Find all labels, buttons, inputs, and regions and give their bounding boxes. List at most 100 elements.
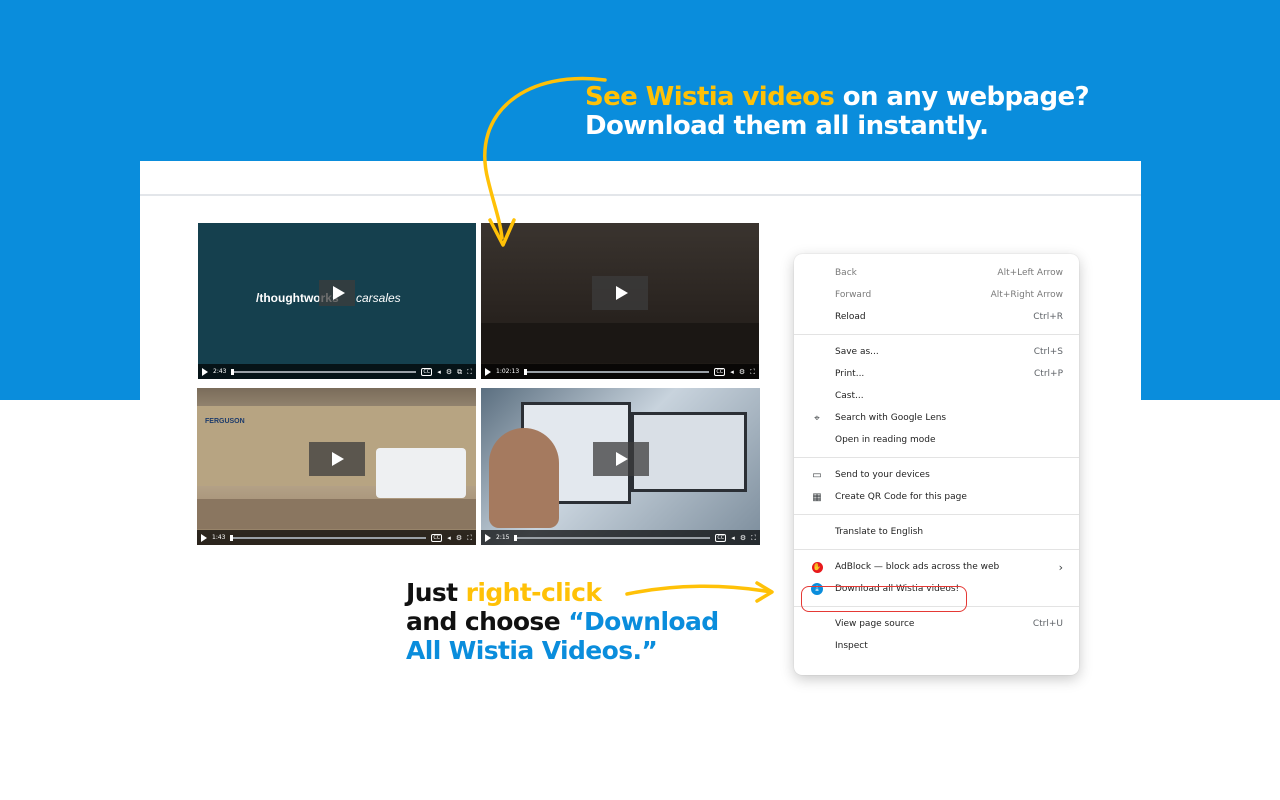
devices-icon: ▭ — [812, 469, 822, 481]
fullscreen-icon[interactable]: ⛶ — [467, 368, 472, 376]
menu-item-shortcut: Ctrl+S — [1033, 347, 1063, 357]
pointer-arrow-icon — [625, 581, 774, 603]
volume-icon[interactable]: ◂ — [437, 368, 441, 376]
progress-knob[interactable] — [230, 534, 234, 541]
video-controls: 2:15 CC ◂ ⚙ ⛶ — [481, 530, 760, 545]
menu-item-download-wistia[interactable]: ⤓ Download all Wistia videos! — [794, 578, 1079, 600]
menu-separator — [794, 549, 1079, 550]
fullscreen-icon[interactable]: ⛶ — [750, 368, 755, 376]
progress-knob[interactable] — [514, 534, 518, 541]
video-controls: 1:43 CC ◂ ⚙ ⛶ — [197, 530, 476, 545]
headline-highlight: See Wistia videos — [585, 82, 835, 112]
menu-item-adblock[interactable]: ✋ AdBlock — block ads across the web › — [794, 556, 1079, 578]
callout-download-highlight: “Download — [568, 607, 719, 636]
callout-line-2-plain: and choose — [406, 607, 569, 636]
progress-bar[interactable] — [231, 368, 417, 375]
play-icon[interactable] — [485, 367, 491, 376]
captions-icon[interactable]: CC — [421, 367, 433, 376]
progress-bar[interactable] — [514, 534, 711, 541]
menu-item-label: AdBlock — block ads across the web — [835, 562, 1000, 572]
play-icon — [332, 286, 345, 300]
menu-item-label: View page source — [835, 619, 915, 629]
headline-line-1-rest: on any webpage? — [834, 82, 1090, 112]
play-button[interactable] — [319, 280, 355, 306]
menu-item-label: Print... — [835, 369, 865, 379]
menu-item-shortcut: Alt+Left Arrow — [997, 268, 1063, 278]
captions-icon[interactable]: CC — [714, 367, 726, 376]
headline-line-1: See Wistia videos on any webpage? — [585, 82, 1090, 112]
menu-item-shortcut: Ctrl+R — [1033, 312, 1063, 322]
submenu-chevron-icon: › — [1058, 560, 1063, 574]
menu-item-label: Forward — [835, 290, 872, 300]
share-icon[interactable]: ⧉ — [457, 368, 462, 376]
callout-right-click: right-click — [465, 578, 602, 607]
settings-icon[interactable]: ⚙ — [456, 534, 462, 542]
video-controls: 2:43 CC ◂ ⚙ ⧉ ⛶ — [198, 364, 476, 379]
menu-separator — [794, 457, 1079, 458]
play-icon[interactable] — [202, 367, 208, 376]
progress-knob[interactable] — [231, 368, 235, 375]
menu-item-label: Create QR Code for this page — [835, 492, 967, 502]
menu-item-label: Download all Wistia videos! — [835, 584, 960, 594]
progress-bar[interactable] — [524, 368, 710, 375]
video-player-4[interactable]: 2:15 CC ◂ ⚙ ⛶ — [481, 388, 760, 545]
volume-icon[interactable]: ◂ — [731, 534, 735, 542]
headline: See Wistia videos on any webpage? Downlo… — [585, 82, 1090, 141]
video-duration: 2:15 — [496, 534, 510, 541]
captions-icon[interactable]: CC — [431, 533, 443, 542]
ferguson-sign: FERGUSON — [205, 418, 245, 425]
menu-item-google-lens[interactable]: ⌖ Search with Google Lens — [794, 407, 1079, 429]
video-duration: 2:43 — [213, 368, 227, 375]
progress-knob[interactable] — [524, 368, 528, 375]
menu-item-label: Search with Google Lens — [835, 413, 947, 423]
menu-item-qr-code[interactable]: ▦ Create QR Code for this page — [794, 486, 1079, 508]
menu-item-reading-mode[interactable]: Open in reading mode — [794, 429, 1079, 451]
play-icon — [332, 451, 344, 466]
volume-icon[interactable]: ◂ — [730, 368, 734, 376]
volume-icon[interactable]: ◂ — [447, 534, 451, 542]
play-button[interactable] — [592, 441, 649, 476]
fullscreen-icon[interactable]: ⛶ — [751, 534, 756, 542]
menu-item-translate[interactable]: Translate to English — [794, 521, 1079, 543]
menu-item-shortcut: Alt+Right Arrow — [990, 290, 1063, 300]
menu-item-view-source[interactable]: View page source Ctrl+U — [794, 613, 1079, 635]
play-button[interactable] — [308, 441, 365, 476]
settings-icon[interactable]: ⚙ — [446, 368, 452, 376]
video-player-1[interactable]: /thoughtworks carsales 2:43 CC ◂ ⚙ ⧉ ⛶ — [198, 223, 476, 379]
carsales-logo: carsales — [356, 291, 401, 305]
play-icon — [616, 451, 628, 466]
menu-separator — [794, 334, 1079, 335]
captions-icon[interactable]: CC — [715, 533, 727, 542]
menu-item-label: Save as... — [835, 347, 879, 357]
callout-line-2: and choose “Download — [406, 607, 719, 636]
video-controls: 1:02:13 CC ◂ ⚙ ⛶ — [481, 364, 759, 379]
menu-item-save-as[interactable]: Save as... Ctrl+S — [794, 341, 1079, 363]
menu-item-shortcut: Ctrl+U — [1032, 619, 1063, 629]
qr-code-icon: ▦ — [812, 491, 822, 503]
stage-scene — [481, 323, 759, 363]
menu-item-send-to-devices[interactable]: ▭ Send to your devices — [794, 464, 1079, 486]
progress-bar[interactable] — [230, 534, 427, 541]
menu-item-shortcut: Ctrl+P — [1034, 369, 1063, 379]
callout-line-1-plain: Just — [406, 578, 466, 607]
context-menu: Back Alt+Left Arrow Forward Alt+Right Arro… — [794, 254, 1079, 675]
play-icon[interactable] — [201, 533, 207, 542]
fullscreen-icon[interactable]: ⛶ — [467, 534, 472, 542]
settings-icon[interactable]: ⚙ — [740, 534, 746, 542]
adblock-icon: ✋ — [811, 561, 823, 573]
video-player-3[interactable]: FERGUSON 1:43 CC ◂ ⚙ ⛶ — [197, 388, 476, 545]
menu-item-inspect[interactable]: Inspect — [794, 635, 1079, 657]
menu-item-cast[interactable]: Cast... — [794, 385, 1079, 407]
play-button[interactable] — [592, 276, 648, 310]
callout-line-3: All Wistia Videos.” — [406, 636, 658, 665]
menu-item-back[interactable]: Back Alt+Left Arrow — [794, 262, 1079, 284]
menu-item-label: Cast... — [835, 391, 864, 401]
menu-item-print[interactable]: Print... Ctrl+P — [794, 363, 1079, 385]
menu-item-reload[interactable]: Reload Ctrl+R — [794, 306, 1079, 328]
headline-line-2: Download them all instantly. — [585, 111, 989, 141]
play-icon[interactable] — [485, 533, 491, 542]
menu-item-label: Send to your devices — [835, 470, 930, 480]
menu-item-forward[interactable]: Forward Alt+Right Arrow — [794, 284, 1079, 306]
menu-separator — [794, 606, 1079, 607]
settings-icon[interactable]: ⚙ — [739, 368, 745, 376]
